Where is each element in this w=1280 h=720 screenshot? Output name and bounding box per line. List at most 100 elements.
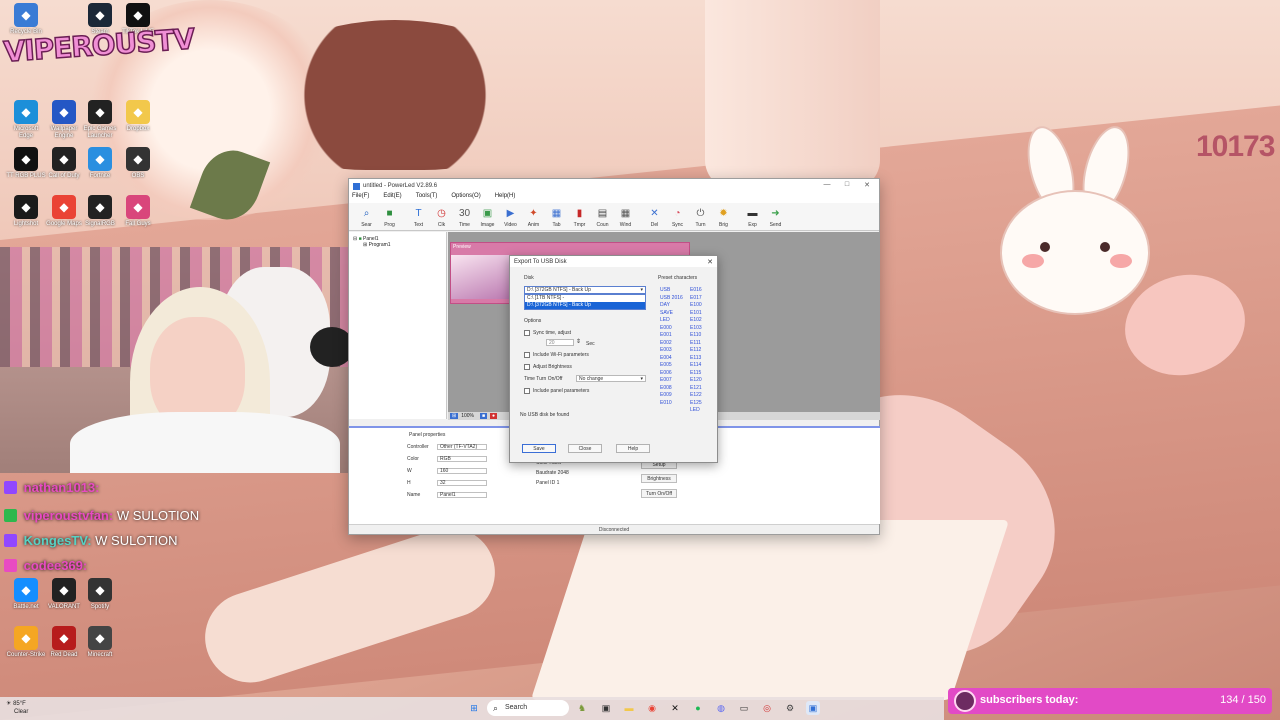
preset-link[interactable]: USB xyxy=(660,287,683,295)
preset-link[interactable]: E006 xyxy=(660,370,683,378)
minimize-icon[interactable]: — xyxy=(817,181,837,188)
preset-link[interactable]: E103 xyxy=(690,325,702,333)
desktop-icon[interactable]: ◆ Lightshot xyxy=(6,195,46,228)
toolbar-button-sync[interactable]: ◔ Sync xyxy=(666,207,689,228)
preset-link[interactable]: E100 xyxy=(690,302,702,310)
preset-link[interactable]: E125 xyxy=(690,400,702,408)
toolbar-button-del[interactable]: ✕ Del xyxy=(643,207,666,228)
preset-link[interactable]: LED xyxy=(660,317,683,325)
desktop-icon[interactable]: ◆ VALORANT xyxy=(44,578,84,611)
desktop-icon[interactable]: ◆ Google Maps xyxy=(44,195,84,228)
desktop-icon[interactable]: ◆ Fortnite xyxy=(80,147,120,180)
desktop-icon[interactable]: ◆ Dropbox xyxy=(118,100,158,133)
preset-link[interactable]: E009 xyxy=(660,392,683,400)
preset-link[interactable]: E002 xyxy=(660,340,683,348)
preset-link[interactable]: E004 xyxy=(660,355,683,363)
preset-link[interactable]: E111 xyxy=(690,340,702,348)
preset-link[interactable]: E121 xyxy=(690,385,702,393)
desktop-icon[interactable]: ◆ Fall Guys xyxy=(118,195,158,228)
menu-help[interactable]: Help(H) xyxy=(495,193,516,203)
start-icon[interactable]: ⊞ xyxy=(467,701,481,715)
task-view-icon[interactable]: ▣ xyxy=(599,701,613,715)
preset-link[interactable]: E114 xyxy=(690,362,702,370)
property-value[interactable]: RGB xyxy=(437,456,487,462)
menu-file[interactable]: File(F) xyxy=(352,193,369,203)
toolbar-button-text[interactable]: T Text xyxy=(407,207,430,228)
preset-link[interactable]: E112 xyxy=(690,347,702,355)
preset-link[interactable]: E016 xyxy=(690,287,702,295)
sync-seconds-input[interactable]: 20 xyxy=(546,339,574,346)
preset-link[interactable]: E113 xyxy=(690,355,702,363)
preset-link[interactable]: E007 xyxy=(660,377,683,385)
toolbar-button-turn[interactable]: ⏻ Turn xyxy=(689,207,712,228)
tree-item-program[interactable]: ⊞ Program1 xyxy=(353,242,442,248)
desktop-icon[interactable]: ◆ SignalRGB xyxy=(80,195,120,228)
file-explorer-icon[interactable]: ▬ xyxy=(622,701,636,715)
preset-link[interactable]: E102 xyxy=(690,317,702,325)
close-icon[interactable]: ✕ xyxy=(857,181,877,189)
disk-option[interactable]: D:\ [372GB NTFS] - Back Up xyxy=(525,302,645,309)
dialog-close-icon[interactable]: ✕ xyxy=(707,258,713,266)
app-icon[interactable]: ⚙ xyxy=(783,701,797,715)
toolbar-button-exp[interactable]: ▬ Exp xyxy=(741,207,764,228)
discord-icon[interactable]: ◍ xyxy=(714,701,728,715)
desktop-icon[interactable]: ◆ Wallpaper Engine xyxy=(44,100,84,140)
toolbar-button-anim[interactable]: ✦ Anim xyxy=(522,207,545,228)
sync-time-checkbox[interactable] xyxy=(524,330,530,336)
taskbar-search[interactable]: ⌕ Search xyxy=(487,700,569,716)
app-icon[interactable]: ♞ xyxy=(575,701,589,715)
desktop-icon[interactable]: ◆ OBS xyxy=(118,147,158,180)
toolbar-button-brig[interactable]: ✹ Brig xyxy=(712,207,735,228)
preset-link[interactable]: E101 xyxy=(690,310,702,318)
desktop-icon[interactable]: ◆ Red Dead xyxy=(44,626,84,659)
toolbar-button-wind[interactable]: ▦ Wind xyxy=(614,207,637,228)
preset-link[interactable]: E001 xyxy=(660,332,683,340)
obs-icon[interactable]: ◎ xyxy=(760,701,774,715)
property-value[interactable]: Other (TF-VTA2) xyxy=(437,444,487,450)
preset-link[interactable]: DAY xyxy=(660,302,683,310)
terminal-icon[interactable]: ▭ xyxy=(737,701,751,715)
adjust-brightness-checkbox[interactable] xyxy=(524,364,530,370)
menu-options[interactable]: Options(O) xyxy=(451,193,480,203)
menu-edit[interactable]: Edit(E) xyxy=(383,193,401,203)
maximize-icon[interactable]: □ xyxy=(837,181,857,188)
toolbar-button-time[interactable]: 30 Time xyxy=(453,207,476,228)
weather-widget[interactable]: ☀ 85°F Clear xyxy=(6,700,28,716)
desktop-icon[interactable]: ◆ Recycle Bin xyxy=(6,3,46,36)
close-button[interactable]: Close xyxy=(568,444,602,453)
toolbar-button-sear[interactable]: ⌕ Sear xyxy=(355,207,378,228)
time-turn-select[interactable]: No change ▾ xyxy=(576,375,646,382)
preset-link[interactable]: E122 xyxy=(690,392,702,400)
toolbar-button-image[interactable]: ▣ Image xyxy=(476,207,499,228)
menu-tools[interactable]: Tools(T) xyxy=(416,193,438,203)
desktop-icon[interactable]: ◆ Battle.net xyxy=(6,578,46,611)
property-value[interactable]: Panel1 xyxy=(437,492,487,498)
chrome-icon[interactable]: ◉ xyxy=(645,701,659,715)
preset-link[interactable]: E003 xyxy=(660,347,683,355)
preset-link[interactable]: E000 xyxy=(660,325,683,333)
disk-dropdown[interactable]: D:\ [372GB NTFS] - Back Up ▾ xyxy=(524,286,646,294)
desktop-icon[interactable]: ◆ Microsoft Edge xyxy=(6,100,46,140)
property-value[interactable]: 32 xyxy=(437,480,487,486)
property-value[interactable]: 160 xyxy=(437,468,487,474)
include-wifi-checkbox[interactable] xyxy=(524,352,530,358)
desktop-icon[interactable]: ◆ Spotify xyxy=(80,578,120,611)
desktop-icon[interactable]: ◆ Epic Games Launcher xyxy=(80,100,120,140)
preset-link[interactable]: E120 xyxy=(690,377,702,385)
zoom-icon[interactable]: ⊞ xyxy=(450,413,459,419)
preset-link[interactable]: USB 2016 xyxy=(660,295,683,303)
preset-link[interactable]: E115 xyxy=(690,370,702,378)
toolbar-button-tab[interactable]: ▦ Tab xyxy=(545,207,568,228)
toolbar-button-tmpr[interactable]: ▮ Tmpr xyxy=(568,207,591,228)
desktop-icon[interactable]: ◆ TT RGB PLUS xyxy=(6,147,46,180)
zoom-level[interactable]: 100% xyxy=(461,413,474,419)
toolbar-button-video[interactable]: ▶ Video xyxy=(499,207,522,228)
powerled-taskbar-icon[interactable]: ▣ xyxy=(806,701,820,715)
turn-on-off-button[interactable]: Turn On/Off xyxy=(641,489,677,498)
stepper-icon[interactable]: ⇕ xyxy=(576,338,581,345)
desktop-icon[interactable]: ◆ Call of Duty xyxy=(44,147,84,180)
toolbar-button-coun[interactable]: ▤ Coun xyxy=(591,207,614,228)
preset-link[interactable]: E008 xyxy=(660,385,683,393)
stop-icon[interactable]: ■ xyxy=(480,413,488,419)
preset-link[interactable]: E110 xyxy=(690,332,702,340)
